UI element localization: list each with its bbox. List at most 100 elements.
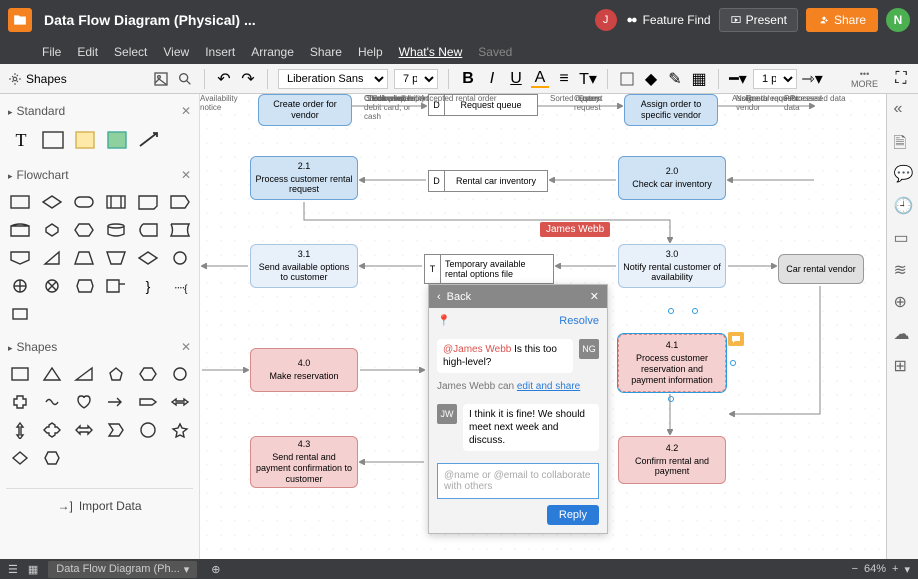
close-icon[interactable]: ✕	[181, 168, 191, 182]
basic-shape[interactable]	[38, 362, 66, 386]
close-icon[interactable]: ✕	[590, 290, 599, 303]
collapse-icon[interactable]: «	[894, 100, 912, 118]
image-icon[interactable]	[152, 70, 170, 88]
flowchart-shape[interactable]	[102, 190, 130, 214]
back-button[interactable]: ‹	[437, 291, 441, 303]
more-button[interactable]: •••MORE	[851, 69, 878, 89]
flowchart-shape[interactable]	[38, 190, 66, 214]
basic-shape[interactable]	[38, 446, 66, 470]
document-icon[interactable]: 🗎	[894, 132, 912, 150]
flowchart-shape[interactable]	[134, 190, 162, 214]
resolve-button[interactable]: Resolve	[559, 315, 599, 327]
present-icon[interactable]: ▭	[894, 228, 912, 246]
search-icon[interactable]	[176, 70, 194, 88]
globe-icon[interactable]: ⊕	[894, 292, 912, 310]
block-shape[interactable]	[102, 126, 132, 154]
data-icon[interactable]: ⊞	[894, 356, 912, 374]
zoom-in-button[interactable]: +	[892, 563, 898, 575]
document-title[interactable]: Data Flow Diagram (Physical) ...	[44, 12, 256, 28]
note-shape[interactable]	[70, 126, 100, 154]
menu-view[interactable]: View	[163, 45, 189, 59]
canvas[interactable]: Create order for vendor DRequest queue A…	[200, 94, 886, 559]
feature-find-button[interactable]: Feature Find	[625, 13, 711, 27]
menu-select[interactable]: Select	[114, 45, 147, 59]
comments-icon[interactable]: 💬	[894, 164, 912, 182]
panel-shapes-header[interactable]: ▸Shapes ✕	[6, 336, 193, 358]
zoom-out-button[interactable]: −	[852, 563, 858, 575]
basic-shape[interactable]	[70, 418, 98, 442]
underline-icon[interactable]: U	[507, 70, 525, 88]
flowchart-shape[interactable]	[38, 218, 66, 242]
menu-whatsnew[interactable]: What's New	[399, 45, 463, 59]
basic-shape[interactable]	[6, 362, 34, 386]
flowchart-shape[interactable]	[102, 218, 130, 242]
pin-icon[interactable]: 📍	[437, 314, 451, 327]
flowchart-shape[interactable]: }	[134, 274, 162, 298]
basic-shape[interactable]	[134, 390, 162, 414]
text-options-icon[interactable]: T▾	[579, 70, 597, 88]
flowchart-shape[interactable]	[70, 218, 98, 242]
flowchart-shape[interactable]	[102, 246, 130, 270]
basic-shape[interactable]	[102, 418, 130, 442]
flowchart-shape[interactable]	[6, 274, 34, 298]
basic-shape[interactable]	[38, 418, 66, 442]
align-icon[interactable]: ≡	[555, 70, 573, 88]
pencil-icon[interactable]: ✎	[666, 70, 684, 88]
basic-shape[interactable]	[134, 362, 162, 386]
close-icon[interactable]: ✕	[181, 340, 191, 354]
flowchart-shape[interactable]: ᠁{	[166, 274, 194, 298]
basic-shape[interactable]	[70, 390, 98, 414]
shape-style-icon[interactable]: ▦	[690, 70, 708, 88]
app-logo[interactable]	[8, 8, 32, 32]
flowchart-shape[interactable]	[6, 218, 34, 242]
bold-icon[interactable]: B	[459, 70, 477, 88]
flowchart-shape[interactable]	[38, 274, 66, 298]
grid-icon[interactable]: ▦	[28, 563, 38, 576]
flowchart-shape[interactable]	[70, 190, 98, 214]
basic-shape[interactable]	[166, 390, 194, 414]
flowchart-shape[interactable]	[38, 246, 66, 270]
line-style-icon[interactable]: ━▾	[729, 70, 747, 88]
flowchart-shape[interactable]	[134, 218, 162, 242]
font-select[interactable]: Liberation Sans	[278, 69, 388, 89]
present-button[interactable]: Present	[719, 8, 798, 32]
outline-icon[interactable]: ☰	[8, 563, 18, 576]
fill-icon[interactable]	[618, 70, 636, 88]
edit-share-link[interactable]: edit and share	[517, 381, 580, 392]
basic-shape[interactable]	[102, 362, 130, 386]
zoom-dropdown[interactable]: ▾	[904, 563, 910, 576]
rect-shape[interactable]	[38, 126, 68, 154]
basic-shape[interactable]	[166, 362, 194, 386]
redo-icon[interactable]: ↷	[239, 70, 257, 88]
line-width-select[interactable]: 1 px	[753, 69, 797, 89]
zoom-level[interactable]: 64%	[864, 563, 886, 575]
text-shape[interactable]: T	[6, 126, 36, 154]
undo-icon[interactable]: ↶	[215, 70, 233, 88]
size-select[interactable]: 7 pt	[394, 69, 438, 89]
flowchart-shape[interactable]	[166, 218, 194, 242]
close-icon[interactable]: ✕	[181, 104, 191, 118]
basic-shape[interactable]	[6, 390, 34, 414]
flowchart-shape[interactable]	[102, 274, 130, 298]
panel-standard-header[interactable]: ▸Standard ✕	[6, 100, 193, 122]
color-icon[interactable]: ◆	[642, 70, 660, 88]
basic-shape[interactable]	[38, 390, 66, 414]
clock-icon[interactable]: 🕘	[894, 196, 912, 214]
add-page-button[interactable]: ⊕	[211, 563, 220, 576]
fullscreen-icon[interactable]: ⛶	[892, 70, 910, 88]
menu-edit[interactable]: Edit	[77, 45, 98, 59]
flowchart-shape[interactable]	[166, 246, 194, 270]
flowchart-shape[interactable]	[134, 246, 162, 270]
flowchart-shape[interactable]	[6, 246, 34, 270]
basic-shape[interactable]	[102, 390, 130, 414]
comment-input[interactable]: @name or @email to collaborate with othe…	[437, 463, 599, 499]
shapes-panel-toggle[interactable]: Shapes	[8, 72, 67, 86]
basic-shape[interactable]	[70, 362, 98, 386]
text-color-icon[interactable]: A	[531, 70, 549, 88]
basic-shape[interactable]	[166, 418, 194, 442]
basic-shape[interactable]	[6, 446, 34, 470]
panel-flowchart-header[interactable]: ▸Flowchart ✕	[6, 164, 193, 186]
italic-icon[interactable]: I	[483, 70, 501, 88]
arrow-shape[interactable]	[134, 126, 164, 154]
menu-share[interactable]: Share	[310, 45, 342, 59]
